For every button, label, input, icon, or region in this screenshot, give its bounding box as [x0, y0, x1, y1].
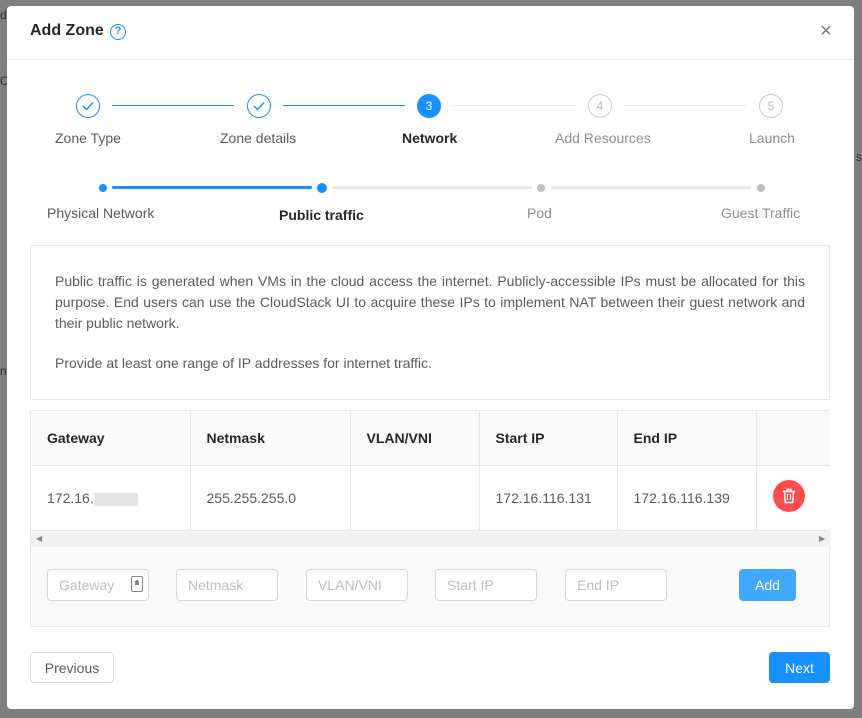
column-header-actions: [756, 411, 830, 466]
gateway-value: 172.16.: [47, 489, 94, 506]
column-header-gateway: Gateway: [31, 411, 191, 466]
substep-dot: [317, 183, 327, 193]
step-5-number: 5: [759, 94, 783, 118]
info-instruction: Provide at least one range of IP address…: [55, 355, 432, 371]
column-header-start-ip: Start IP: [479, 411, 618, 466]
ip-range-table: Gateway Netmask VLAN/VNI Start IP End IP…: [30, 410, 830, 627]
column-header-netmask: Netmask: [190, 411, 351, 466]
backdrop-text: s: [856, 150, 862, 164]
info-box: Public traffic is generated when VMs in …: [30, 245, 830, 400]
step-label-add-resources: Add Resources: [555, 130, 651, 146]
redacted-block: [93, 492, 138, 506]
info-description: Public traffic is generated when VMs in …: [55, 273, 805, 331]
start-ip-input[interactable]: [435, 569, 537, 601]
modal-title: Add Zone: [30, 22, 104, 39]
end-ip-input[interactable]: [565, 569, 667, 601]
step-label-zone-type: Zone Type: [55, 130, 121, 146]
vlan-input[interactable]: [306, 569, 408, 601]
table-row: 172.16. 255.255.255.0 172.16.116.131 172…: [31, 465, 830, 530]
step-label-launch: Launch: [749, 130, 795, 146]
backdrop-text: d: [0, 8, 7, 22]
column-header-vlan: VLAN/VNI: [350, 411, 480, 466]
step-4-number: 4: [588, 94, 612, 118]
horizontal-scrollbar[interactable]: ◀ ▶: [31, 530, 830, 547]
step-connector: [453, 105, 575, 106]
step-1-check-icon: [76, 94, 100, 118]
delete-button[interactable]: [772, 480, 805, 513]
scroll-left-icon[interactable]: ◀: [36, 534, 42, 543]
step-label-zone-details: Zone details: [220, 130, 297, 146]
netmask-input[interactable]: [176, 569, 278, 601]
step-connector: [112, 105, 234, 106]
scroll-right-icon[interactable]: ▶: [819, 534, 825, 543]
cell-start-ip: 172.16.116.131: [479, 465, 618, 530]
substep-label-pod: Pod: [527, 205, 552, 221]
substep-connector: [551, 186, 751, 189]
cell-actions: [756, 465, 830, 530]
cell-gateway: 172.16.: [31, 465, 191, 530]
question-circle-icon[interactable]: ?: [110, 24, 126, 40]
trash-icon: [782, 489, 795, 504]
column-header-end-ip: End IP: [617, 411, 757, 466]
backdrop-text: n: [0, 364, 7, 378]
cell-end-ip: 172.16.116.139: [617, 465, 757, 530]
substep-dot: [99, 184, 107, 192]
substep-label-physical-network: Physical Network: [47, 205, 155, 221]
add-zone-modal: Add Zone ? × 3 4 5 Zone Type Zone detail…: [7, 6, 854, 709]
substep-dot: [757, 184, 765, 192]
next-button[interactable]: Next: [769, 652, 830, 683]
step-3-number: 3: [417, 94, 441, 118]
step-connector: [283, 105, 405, 106]
substep-connector: [112, 186, 312, 189]
contact-card-icon: [131, 576, 143, 592]
step-label-network: Network: [402, 130, 458, 146]
step-connector: [624, 105, 746, 106]
cell-netmask: 255.255.255.0: [190, 465, 351, 530]
substep-label-public-traffic: Public traffic: [279, 207, 364, 223]
add-button[interactable]: Add: [739, 569, 796, 601]
cell-vlan: [350, 465, 480, 530]
close-icon[interactable]: ×: [817, 21, 835, 41]
substep-label-guest-traffic: Guest Traffic: [721, 205, 801, 221]
modal-header: Add Zone ? ×: [7, 6, 854, 60]
step-2-check-icon: [247, 94, 271, 118]
previous-button[interactable]: Previous: [30, 652, 114, 683]
substep-dot: [537, 184, 545, 192]
substep-connector: [332, 186, 532, 189]
